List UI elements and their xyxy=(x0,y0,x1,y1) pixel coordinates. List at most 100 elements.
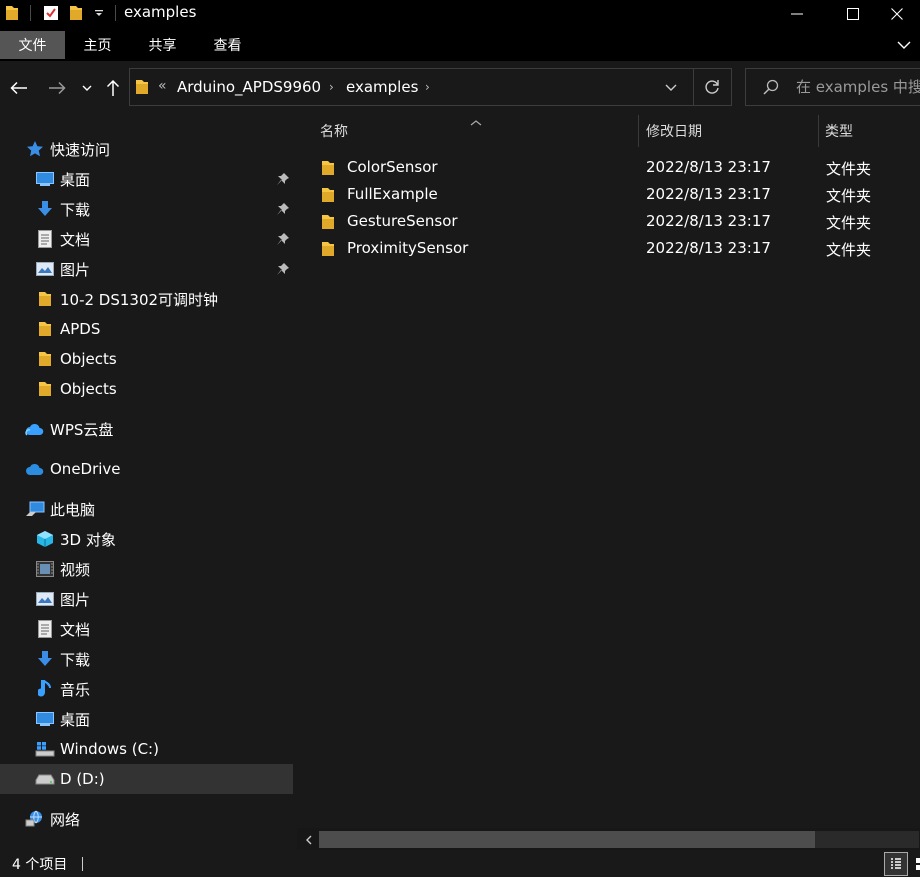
large-icons-view-icon[interactable] xyxy=(910,852,920,876)
folder-icon xyxy=(321,241,337,257)
horizontal-scrollbar[interactable] xyxy=(297,828,920,850)
folder-icon xyxy=(321,187,337,203)
nav-network[interactable]: 网络 xyxy=(0,804,293,834)
nav-item-objects[interactable]: Objects xyxy=(0,344,293,374)
star-icon xyxy=(25,139,45,159)
nav-item-desktop[interactable]: 桌面 xyxy=(0,164,293,194)
tab-share[interactable]: 共享 xyxy=(130,31,195,59)
file-row[interactable]: ColorSensor 2022/8/13 23:17 文件夹 xyxy=(313,155,920,182)
customize-toolbar-icon[interactable] xyxy=(92,4,106,22)
video-icon xyxy=(35,559,55,579)
tab-view[interactable]: 查看 xyxy=(195,31,260,59)
network-icon xyxy=(25,809,45,829)
scroll-left-icon[interactable] xyxy=(301,832,317,848)
column-header-type[interactable]: 类型 xyxy=(825,115,920,147)
expand-ribbon-icon[interactable] xyxy=(894,35,914,55)
file-modified: 2022/8/13 23:17 xyxy=(646,185,771,203)
nav-onedrive[interactable]: OneDrive xyxy=(0,454,293,484)
music-icon xyxy=(35,679,55,699)
breadcrumb-examples[interactable]: examples xyxy=(346,78,418,96)
file-name: ColorSensor xyxy=(347,158,438,176)
document-icon xyxy=(35,619,55,639)
3d-objects-icon xyxy=(35,529,55,549)
nav-item-videos[interactable]: 视频 xyxy=(0,554,293,584)
scrollbar-thumb[interactable] xyxy=(319,831,815,848)
tab-file[interactable]: 文件 xyxy=(0,31,65,59)
details-view-icon[interactable] xyxy=(884,852,908,876)
column-header-name[interactable]: 名称 xyxy=(320,115,638,147)
scrollbar-track[interactable] xyxy=(319,831,919,848)
nav-item-pictures[interactable]: 图片 xyxy=(0,254,293,284)
nav-item-apds[interactable]: APDS xyxy=(0,314,293,344)
overflow-chevron[interactable]: « xyxy=(158,78,167,94)
title-bar: examples xyxy=(0,0,920,27)
nav-item-3d-objects[interactable]: 3D 对象 xyxy=(0,524,293,554)
pictures-icon xyxy=(35,589,55,609)
breadcrumb-separator[interactable]: › xyxy=(329,80,334,94)
cloud-icon xyxy=(25,419,45,439)
nav-item-d-drive[interactable]: D (D:) xyxy=(0,764,293,794)
maximize-button[interactable] xyxy=(830,0,876,27)
forward-button[interactable] xyxy=(46,76,68,100)
nav-item-windows-c[interactable]: Windows (C:) xyxy=(0,734,293,764)
back-button[interactable] xyxy=(8,76,30,100)
pin-icon[interactable] xyxy=(276,202,290,216)
tab-home[interactable]: 主页 xyxy=(65,31,130,59)
nav-quick-access[interactable]: 快速访问 xyxy=(0,134,293,164)
download-icon xyxy=(35,649,55,669)
folder-icon xyxy=(35,379,55,399)
file-type: 文件夹 xyxy=(826,241,872,259)
up-button[interactable] xyxy=(104,76,122,100)
file-modified: 2022/8/13 23:17 xyxy=(646,158,771,176)
breadcrumb-separator[interactable]: › xyxy=(425,80,430,94)
folder-icon xyxy=(4,4,20,22)
search-box[interactable] xyxy=(745,68,920,106)
file-row[interactable]: FullExample 2022/8/13 23:17 文件夹 xyxy=(313,182,920,209)
nav-item-downloads[interactable]: 下载 xyxy=(0,194,293,224)
file-type: 文件夹 xyxy=(826,160,872,178)
file-name: FullExample xyxy=(347,185,438,203)
nav-item-desktop[interactable]: 桌面 xyxy=(0,704,293,734)
folder-icon xyxy=(321,214,337,230)
item-count: 4 个项目 xyxy=(12,857,68,873)
folder-icon xyxy=(321,160,337,176)
pin-icon[interactable] xyxy=(276,262,290,276)
address-dropdown-icon[interactable] xyxy=(665,79,681,95)
file-list: 名称 修改日期 类型 ColorSensor 2022/8/13 23:17 文… xyxy=(297,115,920,850)
pin-icon[interactable] xyxy=(276,172,290,186)
navigation-bar: « Arduino_APDS9960 › examples › xyxy=(0,61,920,115)
computer-icon xyxy=(25,499,45,519)
file-name: ProximitySensor xyxy=(347,239,469,257)
recent-locations-button[interactable] xyxy=(80,76,94,100)
nav-item-documents[interactable]: 文档 xyxy=(0,224,293,254)
nav-wps-cloud[interactable]: WPS云盘 xyxy=(0,414,293,444)
file-row[interactable]: GestureSensor 2022/8/13 23:17 文件夹 xyxy=(313,209,920,236)
address-bar[interactable]: « Arduino_APDS9960 › examples › xyxy=(129,68,732,106)
nav-item-documents[interactable]: 文档 xyxy=(0,614,293,644)
pin-icon[interactable] xyxy=(276,232,290,246)
search-input[interactable] xyxy=(796,76,920,98)
new-folder-icon[interactable] xyxy=(68,4,84,22)
nav-item-ds1302[interactable]: 10-2 DS1302可调时钟 xyxy=(0,284,293,314)
download-icon xyxy=(35,199,55,219)
desktop-icon xyxy=(35,169,55,189)
nav-item-objects[interactable]: Objects xyxy=(0,374,293,404)
file-row[interactable]: ProximitySensor 2022/8/13 23:17 文件夹 xyxy=(313,236,920,263)
properties-icon[interactable] xyxy=(42,4,60,22)
file-type: 文件夹 xyxy=(826,187,872,205)
desktop-icon xyxy=(35,709,55,729)
column-header-modified[interactable]: 修改日期 xyxy=(646,115,818,147)
nav-item-pictures[interactable]: 图片 xyxy=(0,584,293,614)
nav-item-downloads[interactable]: 下载 xyxy=(0,644,293,674)
breadcrumb-arduino-apds9960[interactable]: Arduino_APDS9960 xyxy=(177,78,321,96)
folder-icon xyxy=(35,289,55,309)
window-title: examples xyxy=(124,3,197,21)
cloud-icon xyxy=(25,459,45,479)
navigation-pane: 快速访问 桌面 下载 文档 图片 10-2 DS1302可调时钟 APDS Ob… xyxy=(0,115,296,850)
nav-this-pc[interactable]: 此电脑 xyxy=(0,494,293,524)
status-bar: 4 个项目 xyxy=(0,850,920,877)
refresh-icon[interactable] xyxy=(703,78,723,98)
minimize-button[interactable] xyxy=(774,0,820,27)
close-button[interactable] xyxy=(874,0,920,27)
nav-item-music[interactable]: 音乐 xyxy=(0,674,293,704)
